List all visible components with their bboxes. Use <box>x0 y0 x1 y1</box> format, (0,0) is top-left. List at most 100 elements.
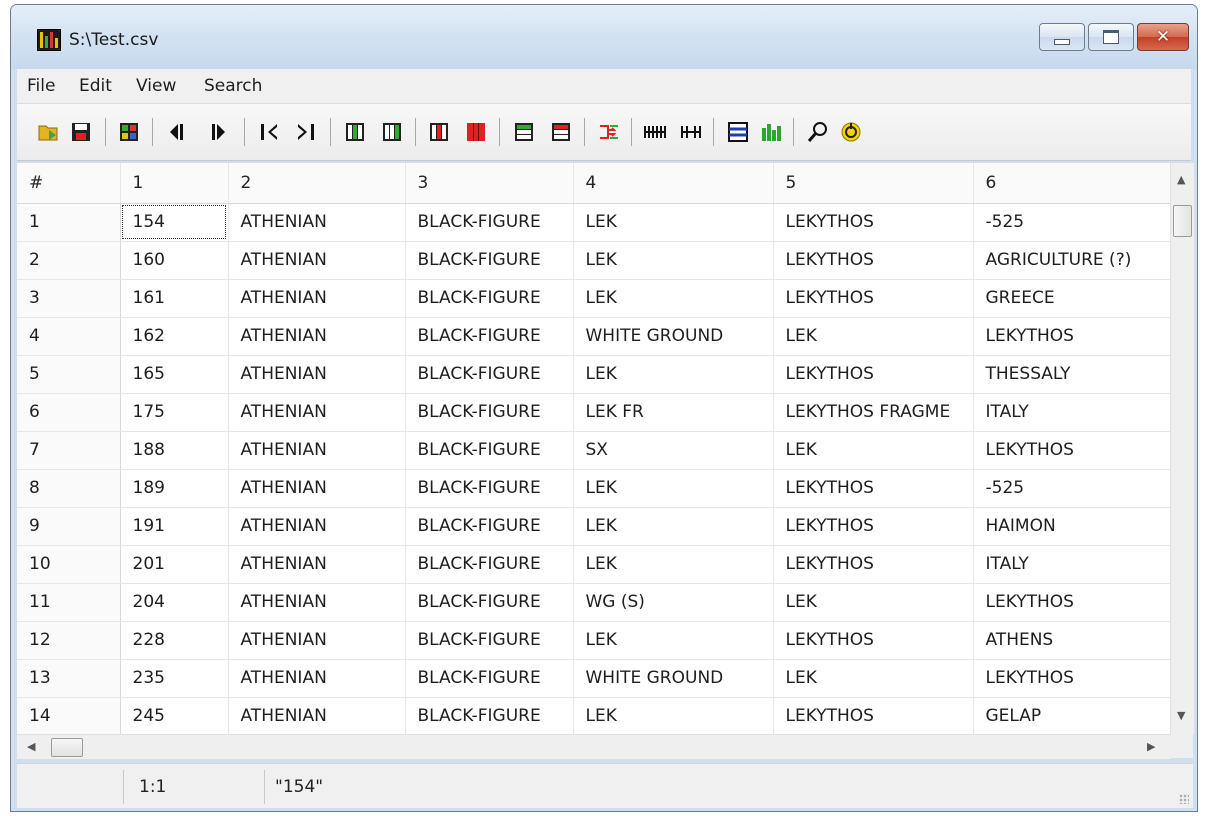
list-view-icon[interactable] <box>726 120 750 144</box>
scroll-down-icon[interactable]: ▼ <box>1177 709 1185 722</box>
table-cell[interactable]: BLACK-FIGURE <box>405 355 574 394</box>
horizontal-scrollbar[interactable]: ◀ ▶ <box>17 734 1170 759</box>
previous-column-icon[interactable] <box>164 120 188 144</box>
table-cell[interactable]: GELAP <box>973 697 1170 734</box>
table-cell[interactable]: LEK <box>773 583 974 622</box>
table-cell[interactable]: 204 <box>120 583 229 622</box>
table-cell[interactable]: LEKYTHOS <box>773 203 974 242</box>
table-cell[interactable]: LEKYTHOS <box>773 545 974 584</box>
table-cell[interactable]: 160 <box>120 241 229 280</box>
table-cell[interactable]: ATHENIAN <box>228 545 406 584</box>
table-cell[interactable]: LEKYTHOS <box>773 621 974 660</box>
row-header[interactable]: 9 <box>17 507 121 546</box>
row-header[interactable]: 4 <box>17 317 121 356</box>
menu-file[interactable]: File <box>27 76 55 96</box>
horizontal-scroll-thumb[interactable] <box>51 738 83 757</box>
next-column-icon[interactable] <box>207 120 231 144</box>
delete-columns-icon[interactable] <box>464 120 488 144</box>
table-cell[interactable]: -525 <box>973 469 1170 508</box>
open-file-icon[interactable] <box>37 120 61 144</box>
table-cell[interactable]: LEKYTHOS <box>773 355 974 394</box>
table-cell[interactable]: LEKYTHOS <box>973 317 1170 356</box>
table-cell[interactable]: BLACK-FIGURE <box>405 583 574 622</box>
column-header[interactable]: 2 <box>228 163 406 204</box>
table-cell[interactable]: BLACK-FIGURE <box>405 203 574 242</box>
merge-icon[interactable] <box>597 120 621 144</box>
table-cell[interactable]: LEK <box>573 241 774 280</box>
table-cell[interactable]: LEKYTHOS <box>973 431 1170 470</box>
table-cell[interactable]: ATHENIAN <box>228 317 406 356</box>
table-cell[interactable]: 165 <box>120 355 229 394</box>
table-cell[interactable]: WHITE GROUND <box>573 317 774 356</box>
table-cell[interactable]: ATHENIAN <box>228 659 406 698</box>
row-header[interactable]: 5 <box>17 355 121 394</box>
table-cell[interactable]: LEK <box>573 621 774 660</box>
table-cell[interactable]: ATHENIAN <box>228 431 406 470</box>
menu-search[interactable]: Search <box>204 76 262 96</box>
table-cell[interactable]: BLACK-FIGURE <box>405 317 574 356</box>
table-cell[interactable]: LEK <box>573 203 774 242</box>
row-header[interactable]: 14 <box>17 697 121 734</box>
table-cell[interactable]: 191 <box>120 507 229 546</box>
table-cell[interactable]: WG (S) <box>573 583 774 622</box>
table-cell[interactable]: 162 <box>120 317 229 356</box>
table-cell[interactable]: AGRICULTURE (?) <box>973 241 1170 280</box>
table-cell[interactable]: 175 <box>120 393 229 432</box>
chart-icon[interactable] <box>759 120 783 144</box>
table-cell[interactable]: 189 <box>120 469 229 508</box>
table-cell[interactable]: BLACK-FIGURE <box>405 545 574 584</box>
table-cell[interactable]: LEK <box>773 317 974 356</box>
refresh-icon[interactable] <box>839 120 863 144</box>
menu-edit[interactable]: Edit <box>79 76 112 96</box>
table-cell[interactable]: LEK <box>573 545 774 584</box>
resize-grip-icon[interactable] <box>1179 794 1189 804</box>
table-cell[interactable]: ATHENIAN <box>228 583 406 622</box>
insert-column-icon[interactable] <box>343 120 367 144</box>
column-header[interactable]: 6 <box>973 163 1170 204</box>
table-cell[interactable]: ATHENIAN <box>228 279 406 318</box>
table-cell[interactable]: 161 <box>120 279 229 318</box>
save-icon[interactable] <box>69 120 93 144</box>
column-header[interactable]: 5 <box>773 163 974 204</box>
expand-columns-icon[interactable] <box>679 120 703 144</box>
column-header[interactable]: 4 <box>573 163 774 204</box>
table-cell[interactable]: BLACK-FIGURE <box>405 659 574 698</box>
table-cell[interactable]: ATHENIAN <box>228 697 406 734</box>
table-cell[interactable]: -525 <box>973 203 1170 242</box>
table-cell[interactable]: 235 <box>120 659 229 698</box>
table-cell[interactable]: LEK <box>773 659 974 698</box>
title-bar[interactable]: S:\Test.csv ✕ <box>11 5 1197 69</box>
table-cell[interactable]: BLACK-FIGURE <box>405 393 574 432</box>
table-cell[interactable]: LEK <box>573 507 774 546</box>
table-cell[interactable]: HAIMON <box>973 507 1170 546</box>
find-icon[interactable] <box>806 120 830 144</box>
table-cell[interactable]: WHITE GROUND <box>573 659 774 698</box>
table-cell[interactable]: 228 <box>120 621 229 660</box>
column-header[interactable]: 1 <box>120 163 229 204</box>
table-cell[interactable]: LEK <box>573 469 774 508</box>
minimize-button[interactable] <box>1039 23 1085 51</box>
table-cell[interactable]: ATHENIAN <box>228 621 406 660</box>
row-header[interactable]: 10 <box>17 545 121 584</box>
table-cell[interactable]: LEKYTHOS <box>773 469 974 508</box>
insert-row-icon[interactable] <box>512 120 536 144</box>
table-cell[interactable]: ATHENIAN <box>228 469 406 508</box>
row-header[interactable]: 11 <box>17 583 121 622</box>
table-cell[interactable]: 154 <box>120 203 229 242</box>
table-cell[interactable]: LEKYTHOS FRAGME <box>773 393 974 432</box>
collapse-columns-icon[interactable] <box>643 120 667 144</box>
scroll-up-icon[interactable]: ▲ <box>1177 173 1185 186</box>
table-cell[interactable]: ATHENIAN <box>228 203 406 242</box>
row-header[interactable]: 12 <box>17 621 121 660</box>
maximize-button[interactable] <box>1088 23 1134 51</box>
column-header-rownum[interactable]: # <box>17 163 121 204</box>
row-header[interactable]: 1 <box>17 203 121 242</box>
table-cell[interactable]: BLACK-FIGURE <box>405 431 574 470</box>
table-cell[interactable]: LEKYTHOS <box>773 241 974 280</box>
table-cell[interactable]: ITALY <box>973 545 1170 584</box>
table-cell[interactable]: LEKYTHOS <box>773 279 974 318</box>
table-cell[interactable]: SX <box>573 431 774 470</box>
table-cell[interactable]: LEK FR <box>573 393 774 432</box>
delete-column-icon[interactable] <box>427 120 451 144</box>
first-column-icon[interactable] <box>257 120 281 144</box>
